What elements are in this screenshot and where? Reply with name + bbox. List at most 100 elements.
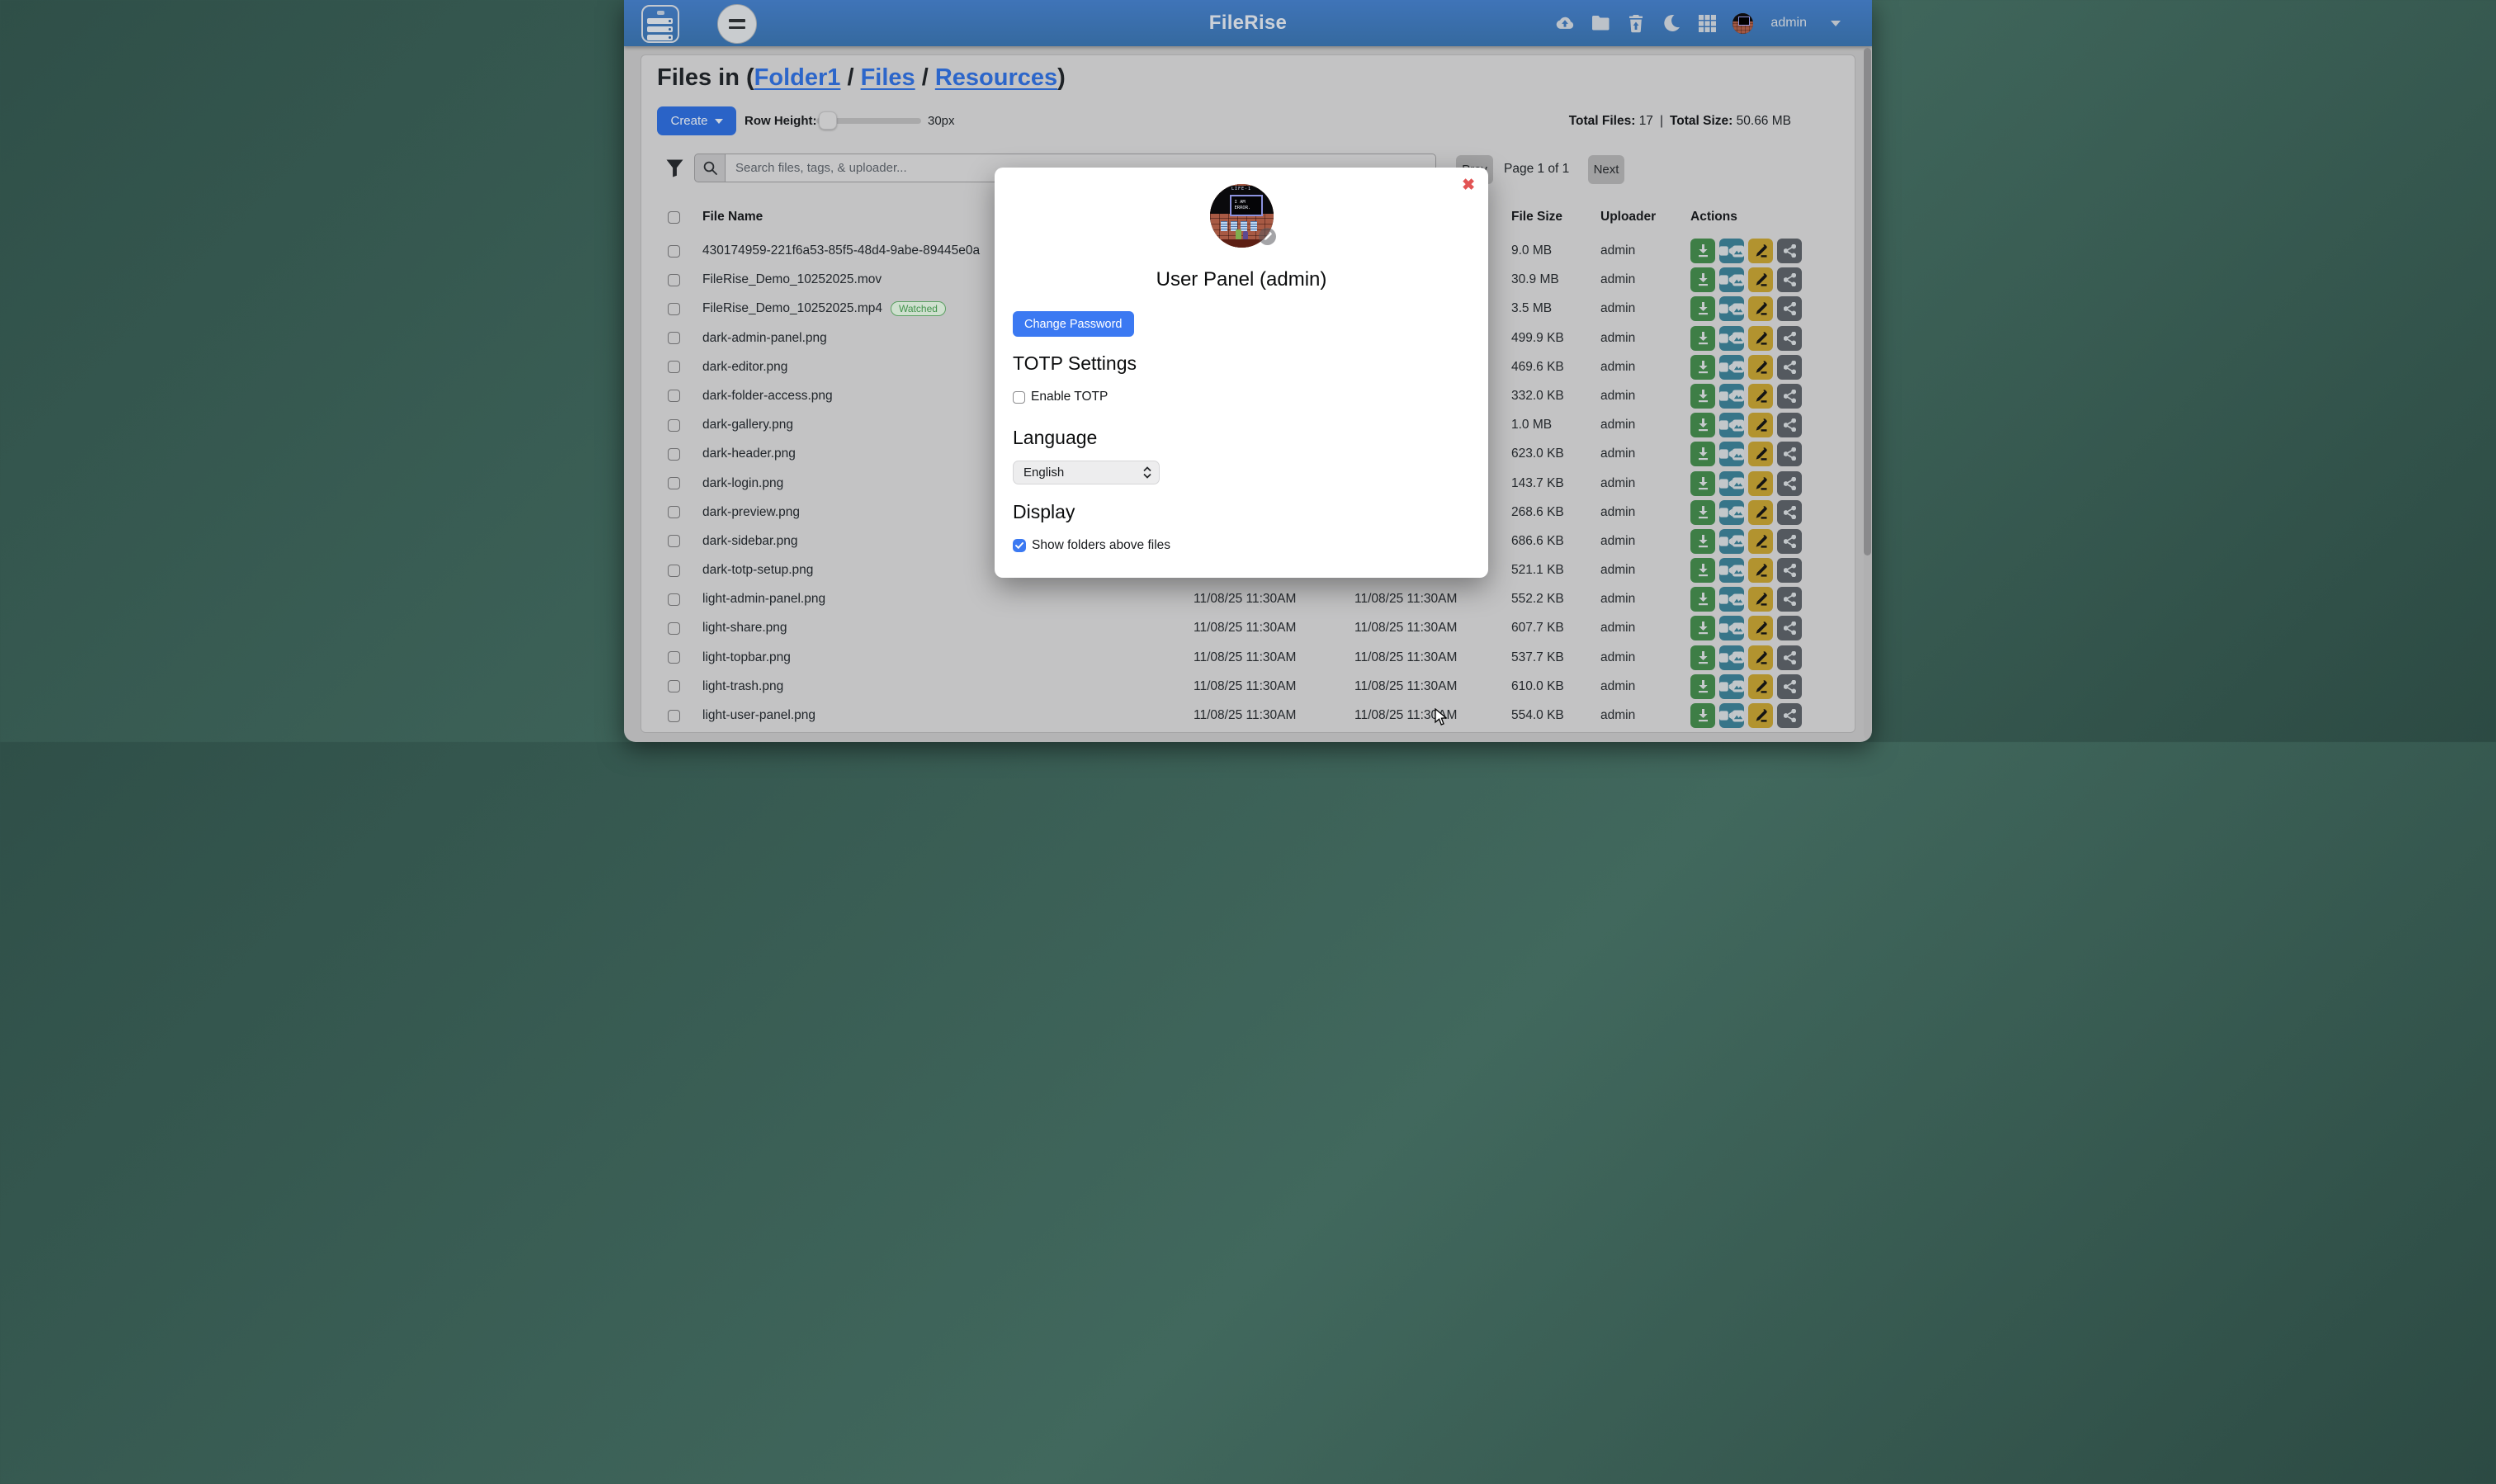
enable-totp-checkbox[interactable] — [1013, 391, 1025, 404]
row-checkbox[interactable] — [668, 565, 680, 577]
edit-button[interactable] — [1748, 703, 1773, 728]
breadcrumb-link-files[interactable]: Files — [861, 64, 915, 91]
edit-button[interactable] — [1748, 326, 1773, 351]
download-button[interactable] — [1690, 645, 1715, 670]
file-name[interactable]: dark-login.png — [702, 476, 783, 491]
download-button[interactable] — [1690, 267, 1715, 292]
preview-button[interactable] — [1719, 558, 1744, 583]
edit-button[interactable] — [1748, 239, 1773, 263]
edit-button[interactable] — [1748, 442, 1773, 466]
edit-button[interactable] — [1748, 645, 1773, 670]
share-button[interactable] — [1777, 703, 1802, 728]
edit-button[interactable] — [1748, 616, 1773, 640]
preview-button[interactable] — [1719, 355, 1744, 380]
edit-button[interactable] — [1748, 267, 1773, 292]
select-all-checkbox[interactable] — [668, 211, 680, 224]
profile-avatar[interactable]: LIFE-1 I AM ERROR. — [1210, 184, 1274, 248]
preview-button[interactable] — [1719, 442, 1744, 466]
share-button[interactable] — [1777, 587, 1802, 612]
row-checkbox[interactable] — [668, 651, 680, 664]
slider-thumb[interactable] — [819, 111, 837, 130]
share-button[interactable] — [1777, 326, 1802, 351]
row-checkbox[interactable] — [668, 390, 680, 402]
apps-grid-icon[interactable] — [1697, 13, 1717, 33]
filter-icon[interactable] — [666, 159, 683, 182]
file-name[interactable]: dark-header.png — [702, 447, 796, 461]
edit-button[interactable] — [1748, 296, 1773, 321]
change-password-button[interactable]: Change Password — [1013, 311, 1134, 337]
download-button[interactable] — [1690, 558, 1715, 583]
row-checkbox[interactable] — [668, 622, 680, 635]
download-button[interactable] — [1690, 442, 1715, 466]
row-checkbox[interactable] — [668, 361, 680, 373]
download-button[interactable] — [1690, 384, 1715, 409]
preview-button[interactable] — [1719, 529, 1744, 554]
user-avatar[interactable] — [1733, 13, 1753, 34]
download-button[interactable] — [1690, 616, 1715, 640]
download-button[interactable] — [1690, 587, 1715, 612]
row-checkbox[interactable] — [668, 535, 680, 547]
preview-button[interactable] — [1719, 267, 1744, 292]
breadcrumb-link-folder1[interactable]: Folder1 — [754, 64, 841, 91]
next-page-button[interactable]: Next — [1588, 155, 1624, 184]
row-checkbox[interactable] — [668, 680, 680, 692]
row-checkbox[interactable] — [668, 593, 680, 606]
edit-button[interactable] — [1748, 587, 1773, 612]
share-button[interactable] — [1777, 355, 1802, 380]
language-select[interactable]: English — [1013, 461, 1160, 484]
share-button[interactable] — [1777, 616, 1802, 640]
edit-button[interactable] — [1748, 413, 1773, 437]
share-button[interactable] — [1777, 296, 1802, 321]
folder-icon[interactable] — [1591, 13, 1610, 33]
share-button[interactable] — [1777, 645, 1802, 670]
edit-button[interactable] — [1748, 500, 1773, 525]
download-button[interactable] — [1690, 500, 1715, 525]
file-name[interactable]: dark-totp-setup.png — [702, 563, 813, 578]
file-name[interactable]: 430174959-221f6a53-85f5-48d4-9abe-89445e… — [702, 243, 980, 258]
file-name[interactable]: dark-folder-access.png — [702, 389, 833, 404]
share-button[interactable] — [1777, 239, 1802, 263]
edit-button[interactable] — [1748, 471, 1773, 496]
preview-button[interactable] — [1719, 645, 1744, 670]
share-button[interactable] — [1777, 384, 1802, 409]
download-button[interactable] — [1690, 355, 1715, 380]
file-name[interactable]: FileRise_Demo_10252025.mp4 — [702, 301, 882, 316]
download-button[interactable] — [1690, 674, 1715, 699]
row-checkbox[interactable] — [668, 506, 680, 518]
file-name[interactable]: dark-admin-panel.png — [702, 331, 827, 346]
preview-button[interactable] — [1719, 500, 1744, 525]
edit-button[interactable] — [1748, 384, 1773, 409]
preview-button[interactable] — [1719, 296, 1744, 321]
row-checkbox[interactable] — [668, 419, 680, 432]
preview-button[interactable] — [1719, 616, 1744, 640]
show-folders-checkbox[interactable] — [1013, 539, 1026, 552]
row-checkbox[interactable] — [668, 332, 680, 344]
create-button[interactable]: Create — [657, 106, 736, 135]
trash-restore-icon[interactable] — [1626, 13, 1646, 33]
preview-button[interactable] — [1719, 239, 1744, 263]
download-button[interactable] — [1690, 239, 1715, 263]
edit-avatar-icon[interactable] — [1259, 228, 1276, 245]
file-name[interactable]: light-admin-panel.png — [702, 592, 825, 607]
edit-button[interactable] — [1748, 355, 1773, 380]
download-button[interactable] — [1690, 529, 1715, 554]
preview-button[interactable] — [1719, 413, 1744, 437]
download-button[interactable] — [1690, 413, 1715, 437]
edit-button[interactable] — [1748, 529, 1773, 554]
edit-button[interactable] — [1748, 674, 1773, 699]
file-name[interactable]: FileRise_Demo_10252025.mov — [702, 272, 882, 287]
row-checkbox[interactable] — [668, 448, 680, 461]
download-button[interactable] — [1690, 703, 1715, 728]
dark-mode-moon-icon[interactable] — [1662, 13, 1681, 33]
row-height-slider[interactable] — [816, 118, 921, 124]
upload-icon[interactable] — [1555, 13, 1575, 33]
scrollbar-thumb[interactable] — [1864, 48, 1871, 555]
breadcrumb-link-resources[interactable]: Resources — [935, 64, 1057, 91]
download-button[interactable] — [1690, 326, 1715, 351]
preview-button[interactable] — [1719, 471, 1744, 496]
window-scrollbar[interactable] — [1864, 48, 1871, 739]
user-menu-caret-icon[interactable] — [1831, 21, 1841, 26]
download-button[interactable] — [1690, 296, 1715, 321]
row-checkbox[interactable] — [668, 274, 680, 286]
share-button[interactable] — [1777, 471, 1802, 496]
